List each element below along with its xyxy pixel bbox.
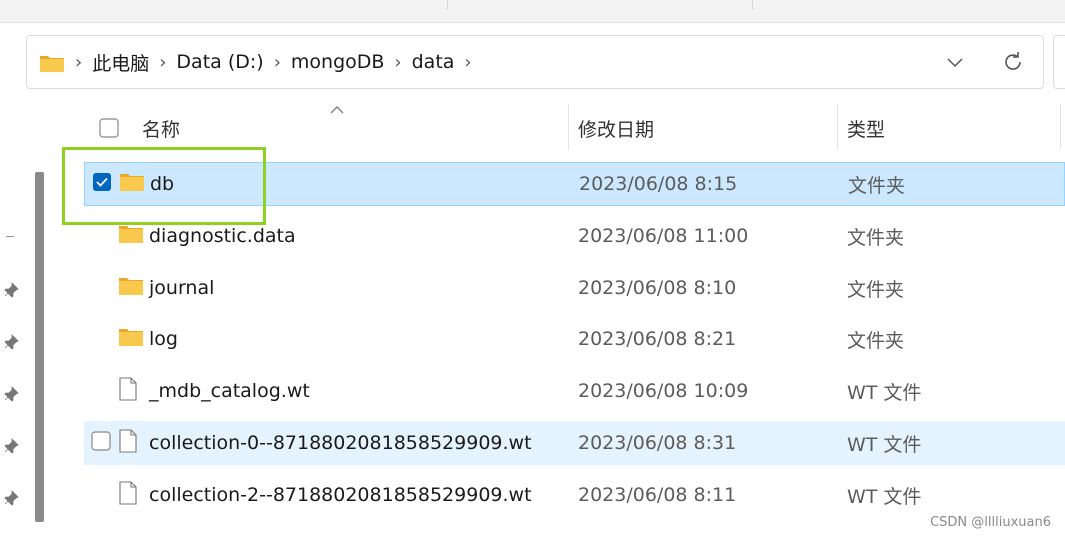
chevron-down-icon[interactable] [945, 52, 965, 76]
modified-date: 2023/06/08 8:21 [578, 328, 737, 350]
file-icon [118, 377, 138, 405]
modified-date: 2023/06/08 8:15 [579, 173, 738, 195]
file-name: log [149, 328, 178, 350]
scrollbar[interactable] [35, 172, 44, 522]
column-divider[interactable] [568, 104, 569, 150]
modified-date: 2023/06/08 11:00 [578, 225, 749, 247]
breadcrumb-item[interactable]: 此电脑 [92, 49, 149, 76]
row-checkbox[interactable] [91, 431, 111, 455]
modified-date: 2023/06/08 8:10 [578, 277, 737, 299]
file-row[interactable]: collection-0--8718802081858529909.wt 2023… [84, 421, 1065, 465]
select-all-checkbox[interactable] [99, 118, 119, 142]
file-row[interactable]: journal 2023/06/08 8:10 文件夹 [84, 266, 1065, 310]
file-name: journal [149, 277, 215, 299]
title-strip [0, 0, 1065, 23]
file-icon [118, 429, 138, 457]
watermark: CSDN @lllliuxuan6 [930, 515, 1051, 530]
file-type: 文件夹 [847, 278, 905, 301]
breadcrumb-item[interactable]: mongoDB [291, 51, 385, 73]
file-type: WT 文件 [847, 433, 922, 456]
address-bar[interactable]: › 此电脑 › Data (D:) › mongoDB › data › [26, 35, 1044, 89]
file-row[interactable]: collection-2--8718802081858529909.wt 2023… [84, 473, 1065, 517]
column-header-type[interactable]: 类型 [847, 102, 885, 154]
folder-icon [118, 224, 144, 248]
modified-date: 2023/06/08 10:09 [578, 380, 749, 402]
file-type: 文件夹 [847, 226, 905, 249]
breadcrumb-item[interactable]: data [412, 51, 455, 73]
file-type: WT 文件 [847, 381, 922, 404]
pin-icon [3, 438, 19, 458]
column-header-date[interactable]: 修改日期 [578, 102, 654, 154]
chevron-right-icon[interactable]: › [464, 52, 471, 73]
chevron-right-icon: › [75, 51, 83, 73]
annotation-highlight-box [62, 147, 266, 225]
file-name: collection-2--8718802081858529909.wt [149, 484, 532, 506]
file-icon [118, 481, 138, 509]
chevron-right-icon[interactable]: › [394, 52, 401, 73]
modified-date: 2023/06/08 8:11 [578, 484, 737, 506]
folder-icon [118, 276, 144, 300]
column-divider[interactable] [1060, 104, 1061, 150]
nav-divider [6, 236, 14, 237]
chevron-right-icon[interactable]: › [159, 52, 166, 73]
pin-icon [3, 334, 19, 354]
pin-icon [3, 282, 19, 302]
file-row[interactable]: log 2023/06/08 8:21 文件夹 [84, 317, 1065, 361]
tab-divider [752, 0, 753, 10]
sort-ascending-icon [330, 100, 344, 119]
modified-date: 2023/06/08 8:31 [578, 432, 737, 454]
file-type: 文件夹 [848, 174, 906, 197]
file-row[interactable]: _mdb_catalog.wt 2023/06/08 10:09 WT 文件 [84, 369, 1065, 413]
refresh-icon[interactable] [1001, 50, 1025, 78]
file-type: WT 文件 [847, 485, 922, 508]
chevron-right-icon[interactable]: › [274, 52, 281, 73]
breadcrumb: › 此电脑 › Data (D:) › mongoDB › data › [75, 36, 482, 88]
breadcrumb-item[interactable]: Data (D:) [176, 51, 263, 73]
file-name: _mdb_catalog.wt [149, 380, 310, 402]
pin-icon [3, 490, 19, 510]
search-box[interactable] [1053, 35, 1065, 89]
file-name: collection-0--8718802081858529909.wt [149, 432, 532, 454]
column-divider[interactable] [837, 104, 838, 150]
pin-icon [3, 386, 19, 406]
folder-icon [118, 327, 144, 351]
file-type: 文件夹 [847, 329, 905, 352]
tab-divider [447, 0, 448, 10]
folder-icon [39, 53, 65, 77]
